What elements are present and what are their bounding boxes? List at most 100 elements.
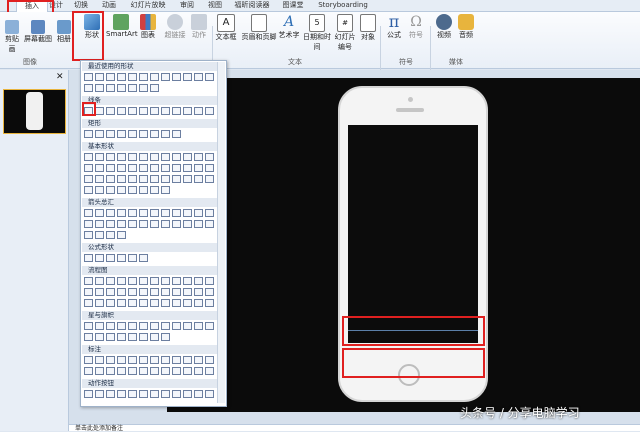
slide-number-button[interactable]: # 幻灯片编号	[332, 14, 358, 52]
flowchart-shapes-row[interactable]	[84, 288, 214, 298]
tab-storyboarding[interactable]: Storyboarding	[314, 0, 372, 11]
tab-tuketang[interactable]: 图课堂	[278, 0, 308, 11]
symbol-label: 符号	[409, 31, 423, 39]
screenshot-icon	[31, 20, 45, 34]
star-shapes-row[interactable]	[84, 333, 170, 343]
thumbnail-phone	[26, 92, 43, 130]
video-button[interactable]: 视频	[434, 14, 454, 40]
slide-number-label: 幻灯片编号	[334, 33, 356, 51]
arrow-shapes-row[interactable]	[84, 220, 214, 230]
basic-shapes-row[interactable]	[84, 164, 214, 174]
notes-pane[interactable]: 单击此处添加备注	[69, 424, 640, 432]
rectangle-shapes-row[interactable]	[84, 130, 181, 140]
callout-shapes-row[interactable]	[84, 367, 214, 377]
basic-shapes-row[interactable]	[84, 186, 170, 196]
hyperlink-icon	[167, 14, 183, 30]
section-rectangles: 矩形	[82, 119, 223, 128]
wordart-label: 艺术字	[278, 31, 300, 39]
star-shapes-row[interactable]	[84, 322, 214, 332]
phone-screen	[348, 125, 478, 343]
datetime-button[interactable]: 5 日期和时间	[302, 14, 332, 52]
equation-button[interactable]: π 公式	[384, 14, 404, 40]
section-basic-shapes: 基本形状	[82, 142, 223, 151]
album-icon	[57, 20, 71, 34]
pi-icon: π	[388, 12, 400, 31]
highlight-home-area	[342, 348, 485, 378]
object-label: 对象	[361, 33, 375, 41]
wordart-icon: A	[283, 14, 295, 30]
group-label-text: 文本	[288, 58, 302, 66]
gallery-scrollbar[interactable]	[217, 62, 225, 403]
shapes-gallery: 最近使用的形状 线条 矩形 基本形状 箭头总汇 公式形状 流程图 星与旗帜 标注…	[80, 60, 227, 407]
watermark-text: 头条号 / 分享电脑学习	[460, 406, 580, 420]
flowchart-shapes-row[interactable]	[84, 299, 214, 309]
audio-button[interactable]: 音频	[456, 14, 476, 40]
flowchart-shapes-row[interactable]	[84, 277, 214, 287]
textbox-button[interactable]: A 文本框	[214, 14, 238, 42]
clipart-label: 剪贴画	[5, 35, 19, 53]
tab-slideshow[interactable]: 幻灯片放映	[126, 0, 170, 11]
highlight-shapes-button	[72, 11, 104, 61]
chart-label: 图表	[141, 31, 155, 39]
symbol-button[interactable]: Ω 符号	[406, 14, 426, 40]
slide-number-icon: #	[337, 14, 353, 32]
callout-shapes-row[interactable]	[84, 356, 214, 366]
wordart-button[interactable]: A 艺术字	[278, 14, 300, 40]
section-callouts: 标注	[82, 345, 223, 354]
video-icon	[436, 14, 452, 30]
equation-shapes-row[interactable]	[84, 254, 148, 264]
action-icon	[191, 14, 207, 30]
smartart-button[interactable]: SmartArt	[106, 14, 138, 38]
header-footer-icon	[251, 14, 267, 32]
highlight-screen-bottom	[342, 316, 485, 346]
highlight-line-shape	[82, 102, 96, 116]
object-icon	[360, 14, 376, 32]
camera-dot	[408, 97, 413, 102]
group-label-images: 图像	[23, 58, 37, 66]
speaker-slot	[396, 108, 424, 112]
section-action-buttons: 动作按钮	[82, 379, 223, 388]
audio-label: 音频	[459, 31, 473, 39]
section-equation-shapes: 公式形状	[82, 243, 223, 252]
section-recent-shapes: 最近使用的形状	[82, 62, 223, 71]
equation-label: 公式	[387, 31, 401, 39]
screenshot-button[interactable]: 屏幕截图	[24, 20, 52, 44]
tab-transitions[interactable]: 切换	[70, 0, 92, 11]
screenshot-label: 屏幕截图	[24, 35, 52, 43]
arrow-shapes-row[interactable]	[84, 231, 126, 241]
object-button[interactable]: 对象	[358, 14, 378, 42]
tab-review[interactable]: 审阅	[176, 0, 198, 11]
hyperlink-button[interactable]: 超链接	[162, 14, 188, 40]
smartart-label: SmartArt	[106, 30, 138, 38]
section-stars-banners: 星与旗帜	[82, 311, 223, 320]
basic-shapes-row[interactable]	[84, 153, 214, 163]
slide-thumbnail[interactable]	[3, 89, 66, 134]
close-icon[interactable]: ✕	[56, 72, 64, 82]
tab-animations[interactable]: 动画	[98, 0, 120, 11]
header-footer-label: 页眉和页脚	[241, 33, 277, 41]
shape-row[interactable]	[84, 84, 159, 94]
header-footer-button[interactable]: 页眉和页脚	[240, 14, 278, 42]
section-block-arrows: 箭头总汇	[82, 198, 223, 207]
action-button-shapes-row[interactable]	[84, 390, 214, 400]
datetime-label: 日期和时间	[303, 33, 331, 51]
section-flowchart: 流程图	[82, 266, 223, 275]
tab-foxit[interactable]: 福昕阅读器	[232, 0, 272, 11]
clipart-icon	[5, 20, 19, 34]
tab-view[interactable]: 视图	[204, 0, 226, 11]
slide-thumbnail-pane: ✕	[0, 70, 69, 431]
album-button[interactable]: 相册	[55, 20, 73, 44]
album-label: 相册	[57, 35, 71, 43]
action-button[interactable]: 动作	[189, 14, 209, 40]
basic-shapes-row[interactable]	[84, 175, 214, 185]
clipart-button[interactable]: 剪贴画	[2, 20, 22, 54]
chart-icon	[140, 14, 156, 30]
hyperlink-label: 超链接	[164, 31, 186, 39]
section-lines: 线条	[82, 96, 223, 105]
arrow-shapes-row[interactable]	[84, 209, 214, 219]
group-label-symbols: 符号	[399, 58, 413, 66]
chart-button[interactable]: 图表	[138, 14, 158, 40]
shape-row[interactable]	[84, 73, 214, 83]
action-label: 动作	[192, 31, 206, 39]
line-shapes-row[interactable]	[84, 107, 214, 117]
